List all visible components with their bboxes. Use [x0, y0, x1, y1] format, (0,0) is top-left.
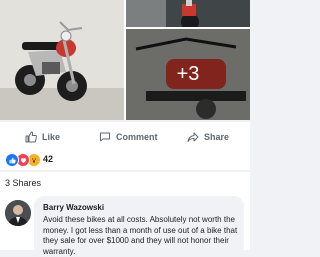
comment-author[interactable]: Barry Wazowski [43, 203, 104, 212]
minibike-photo-top-right[interactable] [126, 0, 250, 27]
comment-button[interactable]: Comment [99, 122, 158, 152]
commenter-avatar[interactable] [5, 200, 31, 226]
share-button[interactable]: Share [187, 122, 229, 152]
comment-section: Barry Wazowski Avoid these bikes at all … [0, 194, 250, 256]
shares-row: 3 Shares [0, 172, 250, 195]
share-label: Share [204, 132, 230, 142]
post-action-bar: Like Comment Share [0, 122, 250, 153]
minibike-photo-bottom-right[interactable]: +3 [126, 29, 250, 120]
reaction-icons [5, 153, 41, 167]
more-photos-overlay[interactable]: +3 [126, 29, 250, 120]
like-reaction-icon [5, 153, 19, 167]
comment-icon [100, 132, 110, 142]
more-photos-count: +3 [176, 63, 200, 85]
post-photo-grid: +3 [0, 0, 250, 120]
reaction-count: 42 [43, 154, 54, 164]
comment-bubble: Barry Wazowski Avoid these bikes at all … [34, 196, 244, 256]
comment-label: Comment [116, 132, 158, 142]
reactions-summary[interactable]: 42 [0, 150, 250, 170]
thumbs-up-icon [25, 131, 37, 143]
shares-count[interactable]: 3 Shares [5, 178, 41, 188]
comment-text: Avoid these bikes at all costs. Absolute… [43, 215, 238, 256]
share-icon [187, 132, 199, 142]
minibike-photo-main[interactable] [0, 0, 124, 120]
like-button[interactable]: Like [25, 122, 60, 152]
like-label: Like [42, 132, 61, 142]
